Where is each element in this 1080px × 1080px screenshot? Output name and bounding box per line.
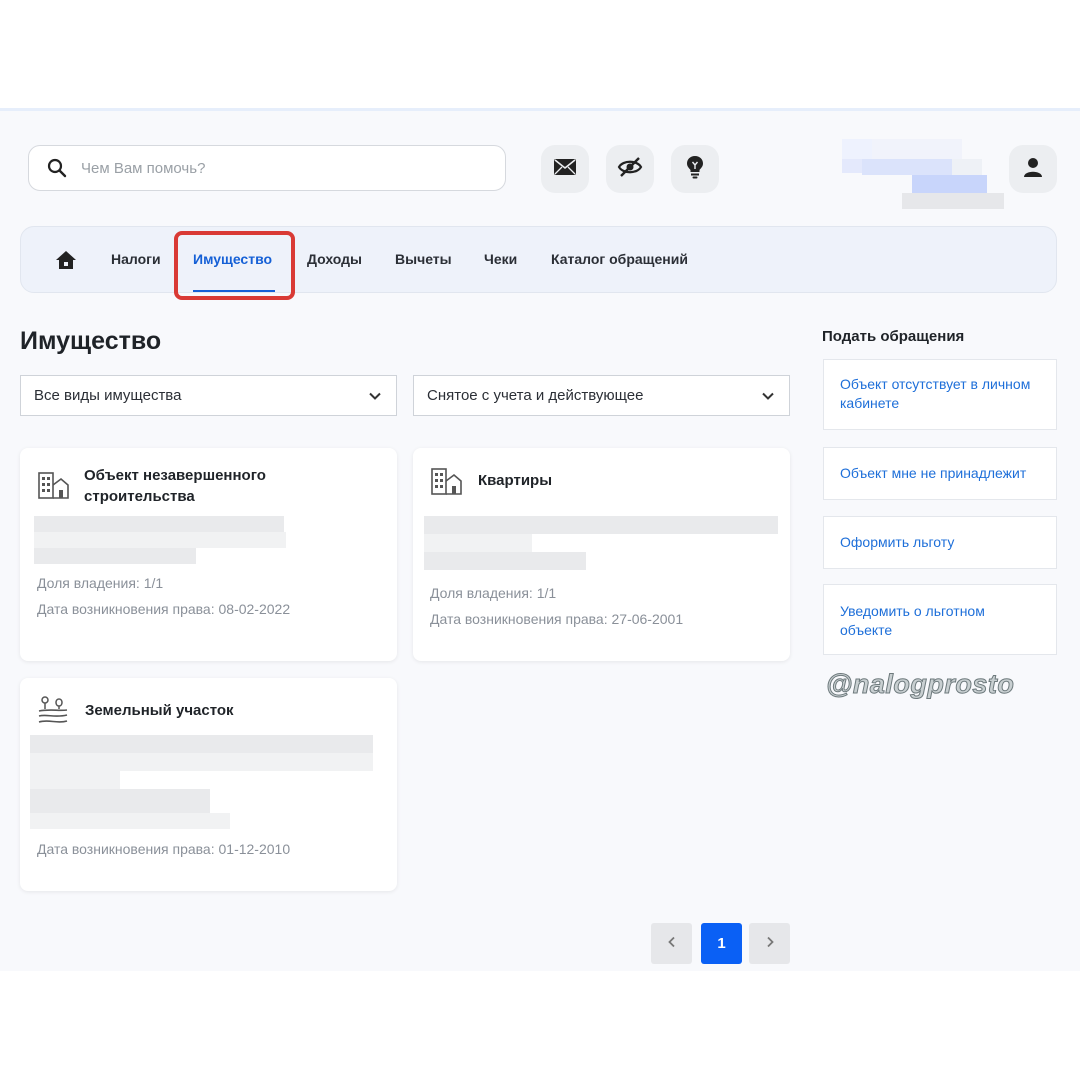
search-input[interactable] <box>79 158 463 178</box>
property-card-land[interactable]: Земельный участок Дата возникновения пра… <box>20 678 397 891</box>
sidebar-link-missing-object[interactable]: Объект отсутствует в личном кабинете <box>840 375 1045 413</box>
chevron-right-icon <box>764 935 776 952</box>
sidebar-link-card[interactable]: Уведомить о льготном объекте <box>823 584 1057 655</box>
property-type-select[interactable]: Все виды имущества <box>20 375 397 416</box>
building-icon <box>430 466 462 498</box>
ownership-share: Доля владения: 1/1 <box>37 575 164 591</box>
address-blurred <box>424 552 586 570</box>
app-window: Налоги Имущество Доходы Вычеты Чеки Ката… <box>0 111 1080 971</box>
sidebar-link-notify-benefit[interactable]: Уведомить о льготном объекте <box>840 602 1015 640</box>
sidebar-link-apply-benefit[interactable]: Оформить льготу <box>840 533 1045 552</box>
property-card-unfinished[interactable]: Объект незавершенного строительства Доля… <box>20 448 397 661</box>
sidebar-link-card[interactable]: Оформить льготу <box>823 516 1057 569</box>
address-blurred <box>30 753 373 771</box>
chevron-down-icon <box>368 389 382 403</box>
page-button-current[interactable]: 1 <box>701 923 742 964</box>
address-blurred <box>34 548 196 564</box>
address-blurred <box>30 789 210 813</box>
home-icon[interactable] <box>55 249 77 271</box>
chevron-down-icon <box>761 389 775 403</box>
search-box[interactable] <box>28 145 506 191</box>
user-name-blurred <box>842 139 1004 209</box>
visibility-toggle-button[interactable] <box>606 145 654 193</box>
red-highlight-frame <box>174 231 295 300</box>
search-icon <box>47 157 69 179</box>
next-page-button[interactable] <box>749 923 790 964</box>
mail-icon <box>554 158 576 180</box>
building-icon <box>37 470 69 502</box>
property-type-value: Все виды имущества <box>34 387 182 404</box>
address-blurred <box>34 532 286 548</box>
watermark: @nalogprosto <box>825 669 1015 700</box>
right-date: Дата возникновения права: 27-06-2001 <box>430 611 684 627</box>
ownership-share: Доля владения: 1/1 <box>430 585 557 601</box>
sidebar-title: Подать обращения <box>822 328 965 345</box>
sidebar-link-card[interactable]: Объект отсутствует в личном кабинете <box>823 359 1057 430</box>
sidebar-link-card[interactable]: Объект мне не принадлежит <box>823 447 1057 500</box>
right-date: Дата возникновения права: 08-02-2022 <box>37 601 291 617</box>
page-title: Имущество <box>20 327 162 355</box>
address-blurred <box>34 516 284 532</box>
nav-item-income[interactable]: Доходы <box>307 251 362 267</box>
property-status-select[interactable]: Снятое с учета и действующее <box>413 375 790 416</box>
property-card-apartment[interactable]: Квартиры Доля владения: 1/1 Дата возникн… <box>413 448 790 661</box>
tips-button[interactable] <box>671 145 719 193</box>
address-blurred <box>30 735 373 753</box>
prev-page-button[interactable] <box>651 923 692 964</box>
nav-item-receipts[interactable]: Чеки <box>484 251 517 267</box>
profile-button[interactable] <box>1009 145 1057 193</box>
user-icon <box>1023 157 1043 182</box>
property-status-value: Снятое с учета и действующее <box>427 387 644 404</box>
chevron-left-icon <box>666 935 678 952</box>
nav-item-taxes[interactable]: Налоги <box>111 251 161 267</box>
land-plot-icon <box>37 695 69 727</box>
sidebar-link-not-mine[interactable]: Объект мне не принадлежит <box>840 464 1045 483</box>
card-title: Земельный участок <box>85 702 234 719</box>
right-date: Дата возникновения права: 01-12-2010 <box>37 841 291 857</box>
card-title: Квартиры <box>478 472 553 489</box>
address-blurred <box>424 516 778 534</box>
card-title: Объект незавершенного строительства <box>84 467 266 505</box>
address-blurred <box>424 534 532 552</box>
nav-item-request-catalog[interactable]: Каталог обращений <box>551 251 688 267</box>
eye-off-icon <box>617 156 643 183</box>
address-blurred <box>30 813 230 829</box>
address-blurred <box>30 771 120 789</box>
messages-button[interactable] <box>541 145 589 193</box>
nav-item-deductions[interactable]: Вычеты <box>395 251 452 267</box>
lightbulb-icon <box>686 155 704 184</box>
